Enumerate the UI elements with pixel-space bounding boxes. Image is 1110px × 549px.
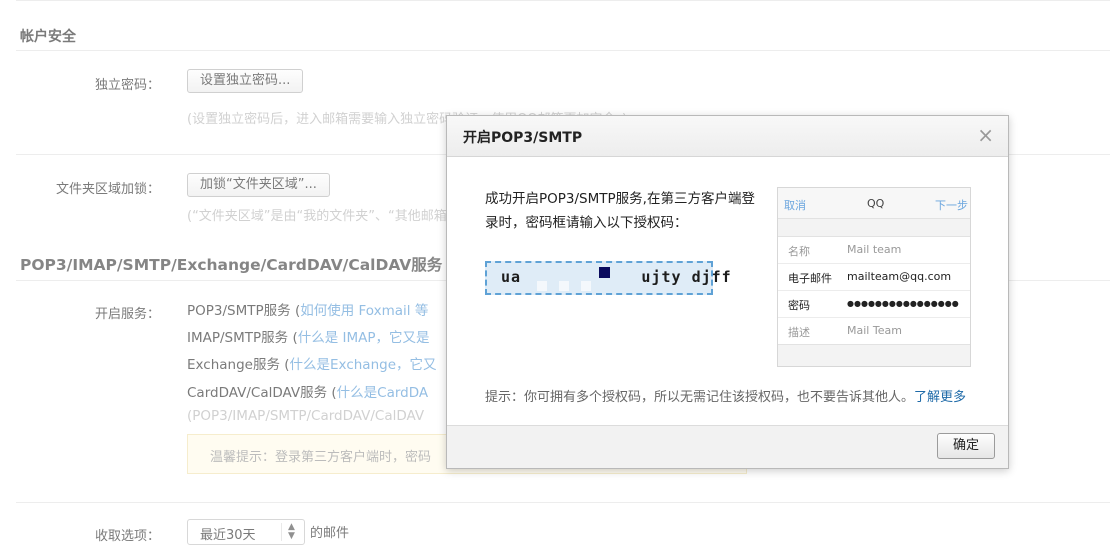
dialog-tip: 提示：你可拥有多个授权码，所以无需记住该授权码，也不要告诉其他人。了解更多 bbox=[485, 387, 1005, 409]
phone-row-key: 描述 bbox=[788, 326, 810, 339]
phone-row: 电子邮件 mailteam@qq.com bbox=[778, 264, 970, 291]
phone-row: 名称 Mail team bbox=[778, 237, 970, 264]
text-cursor-icon bbox=[599, 267, 610, 278]
phone-settings-illustration: 取消 QQ 下一步 名称 Mail team 电子邮件 mailteam@qq.co… bbox=[777, 187, 971, 367]
phone-row: 描述 Mail Team bbox=[778, 318, 970, 344]
phone-row: 密码 ●●●●●●●●●●●●●●●● bbox=[778, 291, 970, 318]
phone-row-key: 名称 bbox=[788, 245, 810, 258]
redaction-block bbox=[537, 281, 547, 291]
dialog-message: 成功开启POP3/SMTP服务,在第三方客户端登录时，密码框请输入以下授权码： bbox=[485, 191, 755, 231]
redaction-block bbox=[581, 281, 591, 291]
phone-row-value: Mail team bbox=[847, 243, 902, 256]
phone-form: 名称 Mail team 电子邮件 mailteam@qq.com 密码 ●●●●●●… bbox=[778, 236, 970, 345]
dialog-tip-text: 提示：你可拥有多个授权码，所以无需记住该授权码，也不要告诉其他人。 bbox=[485, 390, 915, 405]
dialog-footer: 确定 bbox=[447, 425, 1008, 468]
phone-row-value: ●●●●●●●●●●●●●●●● bbox=[847, 299, 959, 308]
auth-code-box[interactable]: ua ujty djff bbox=[485, 261, 731, 295]
auth-code-text: ua ujty djff bbox=[501, 268, 732, 286]
phone-next-text: 下一步 bbox=[935, 199, 968, 212]
pop3-smtp-dialog: 开启POP3/SMTP × 成功开启POP3/SMTP服务,在第三方客户端登录时… bbox=[446, 115, 1009, 469]
phone-navbar: 取消 QQ 下一步 bbox=[778, 188, 970, 219]
phone-row-key: 电子邮件 bbox=[788, 272, 832, 285]
learn-more-link[interactable]: 了解更多 bbox=[914, 390, 966, 405]
confirm-button[interactable]: 确定 bbox=[937, 433, 995, 459]
dialog-title: 开启POP3/SMTP bbox=[463, 130, 583, 146]
phone-row-value: Mail Team bbox=[847, 324, 902, 337]
phone-title-text: QQ bbox=[867, 197, 885, 210]
phone-row-value: mailteam@qq.com bbox=[847, 270, 952, 283]
phone-row-key: 密码 bbox=[788, 299, 810, 312]
dialog-header: 开启POP3/SMTP × bbox=[447, 116, 1008, 157]
redaction-block bbox=[559, 281, 569, 291]
close-icon[interactable]: × bbox=[977, 123, 994, 147]
phone-cancel-text: 取消 bbox=[784, 199, 806, 212]
